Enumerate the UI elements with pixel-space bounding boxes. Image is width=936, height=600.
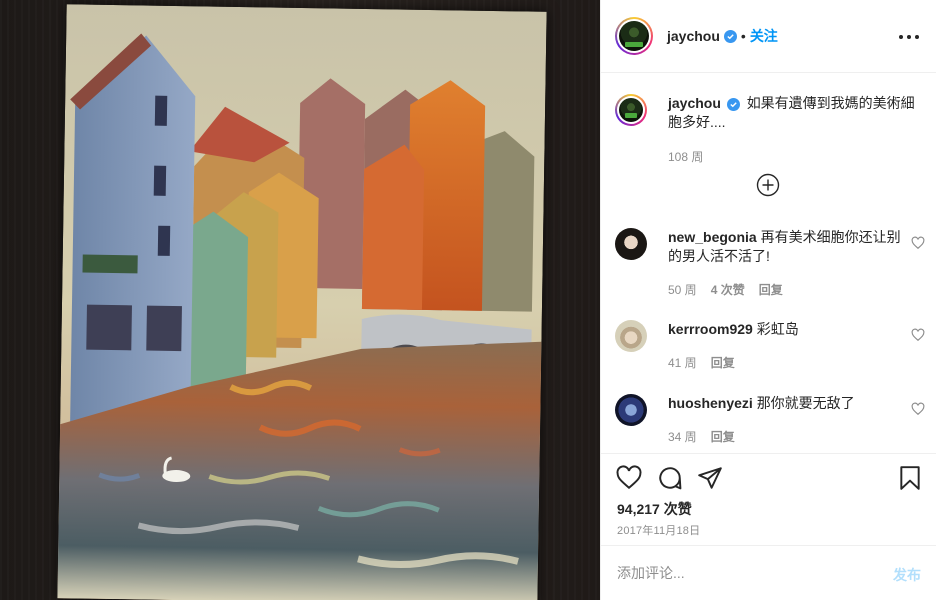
comment-input[interactable]	[617, 562, 867, 584]
caption-meta: 108 周	[668, 148, 717, 165]
comment-age: 34 周	[668, 430, 697, 444]
likes-count[interactable]: 94,217 次赞	[617, 499, 692, 519]
painting-image	[57, 4, 547, 600]
post-date: 2017年11月18日	[617, 525, 701, 537]
share-icon[interactable]	[697, 465, 723, 491]
comment-text-block: huoshenyezi 那你就要无敌了	[668, 394, 901, 413]
comment-like-icon[interactable]	[911, 402, 925, 416]
caption-username[interactable]: jaychou	[668, 95, 721, 111]
verified-badge-icon	[726, 98, 740, 111]
comment-meta: 41 周 回复	[668, 354, 749, 371]
author-avatar-small[interactable]	[615, 94, 647, 126]
comment-age: 50 周	[668, 283, 697, 297]
comment-item: new_begonia 再有美术细胞你还让别的男人活不活了! 50 周 4 次赞…	[615, 228, 925, 298]
action-bar: 94,217 次赞 2017年11月18日	[601, 453, 936, 545]
author-username[interactable]: jaychou	[667, 28, 720, 44]
follow-button[interactable]: 关注	[750, 26, 778, 46]
painting-art	[57, 4, 547, 600]
comment-text-block: kerrroom929 彩虹岛	[668, 320, 901, 339]
comment-text-block: new_begonia 再有美术细胞你还让别的男人活不活了!	[668, 228, 901, 266]
caption-item: jaychou 如果有遺傳到我媽的美術細胞多好.... 108 周	[615, 94, 925, 174]
plus-circle-icon[interactable]	[756, 173, 780, 197]
comment-likes[interactable]: 4 次赞	[711, 281, 745, 298]
commenter-avatar[interactable]	[615, 320, 647, 352]
comment-meta: 34 周 回复	[668, 428, 749, 445]
heart-icon[interactable]	[616, 465, 642, 491]
commenter-avatar[interactable]	[615, 394, 647, 426]
comment-like-icon[interactable]	[911, 236, 925, 250]
commenter-avatar[interactable]	[615, 228, 647, 260]
caption-text-block: jaychou 如果有遺傳到我媽的美術細胞多好....	[668, 94, 925, 132]
bookmark-icon[interactable]	[897, 465, 923, 491]
post-sidebar: jaychou • 关注 jaychou 如果有遺傳到我媽的美術細胞多好....	[600, 0, 936, 600]
reply-button[interactable]: 回复	[759, 281, 783, 298]
commenter-username[interactable]: kerrroom929	[668, 321, 753, 337]
more-options-icon[interactable]	[899, 27, 919, 47]
comment-item: kerrroom929 彩虹岛 41 周 回复	[615, 320, 925, 380]
separator-dot: •	[740, 28, 746, 44]
comment-meta: 50 周 4 次赞 回复	[668, 281, 797, 298]
add-comment-bar: 发布	[601, 545, 936, 600]
caption-age: 108 周	[668, 150, 704, 164]
post-header: jaychou • 关注	[601, 0, 936, 73]
reply-button[interactable]: 回复	[711, 354, 735, 371]
comment-item: huoshenyezi 那你就要无敌了 34 周 回复	[615, 394, 925, 453]
commenter-username[interactable]: huoshenyezi	[668, 395, 753, 411]
author-avatar[interactable]	[615, 17, 653, 55]
commenter-username[interactable]: new_begonia	[668, 229, 757, 245]
comments-list[interactable]: jaychou 如果有遺傳到我媽的美術細胞多好.... 108 周 new_be…	[601, 73, 936, 453]
comment-age: 41 周	[668, 356, 697, 370]
comment-like-icon[interactable]	[911, 328, 925, 342]
post-media[interactable]	[0, 0, 600, 600]
post-comment-button[interactable]: 发布	[893, 565, 921, 585]
comment-text: 彩虹岛	[756, 321, 799, 337]
verified-badge-icon	[723, 29, 737, 43]
comment-text: 那你就要无敌了	[756, 395, 855, 411]
reply-button[interactable]: 回复	[711, 428, 735, 445]
comment-icon[interactable]	[657, 465, 683, 491]
